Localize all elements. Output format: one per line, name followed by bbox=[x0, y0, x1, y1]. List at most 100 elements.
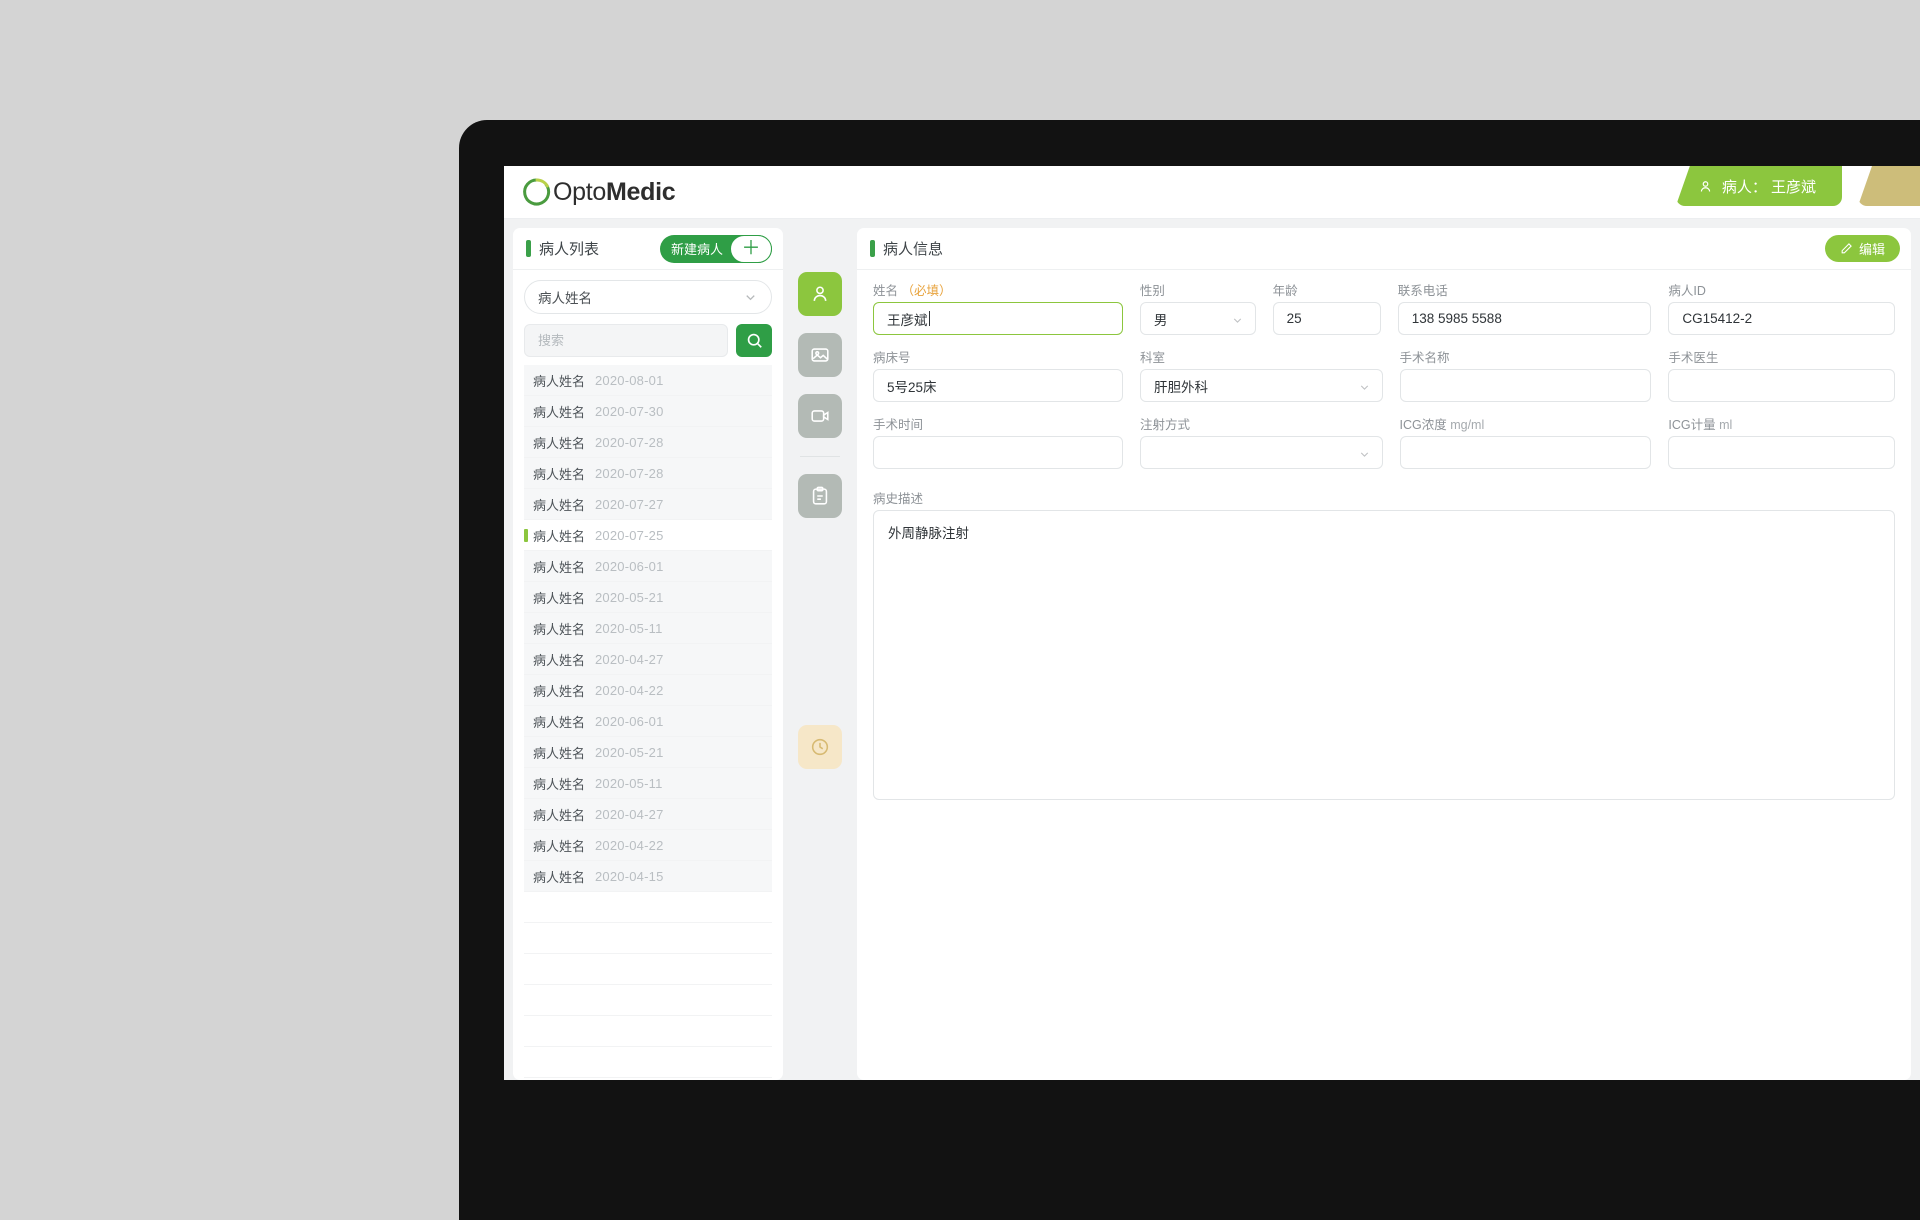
field-patient-id-label: 病人ID bbox=[1668, 284, 1706, 298]
field-age-value: 25 bbox=[1286, 311, 1302, 326]
field-gender-select[interactable]: 男 bbox=[1139, 302, 1256, 335]
patient-list-item[interactable]: 病人姓名 2020-07-28 bbox=[524, 427, 772, 458]
app-logo: OptoMedic bbox=[522, 177, 676, 207]
field-icg-concentration-input[interactable] bbox=[1399, 436, 1652, 469]
patient-list-item[interactable]: 病人姓名 2020-07-28 bbox=[524, 458, 772, 489]
rail-button-video[interactable] bbox=[798, 394, 842, 438]
field-operation-name-input[interactable] bbox=[1399, 369, 1652, 402]
chevron-down-icon bbox=[746, 294, 755, 300]
patient-item-name: 病人姓名 bbox=[533, 497, 586, 513]
patient-item-date: 2020-06-01 bbox=[595, 558, 664, 574]
rail-button-report[interactable] bbox=[798, 474, 842, 518]
patient-item-date: 2020-05-11 bbox=[595, 620, 663, 636]
field-bed-value: 5号25床 bbox=[887, 379, 937, 395]
history-description-textarea[interactable]: 外周静脉注射 bbox=[873, 510, 1895, 800]
field-icg-concentration-unit: mg/ml bbox=[1450, 418, 1485, 432]
patient-list-placeholder-row bbox=[524, 985, 772, 1016]
patient-list-panel: 病人列表 新建病人 ＋ 病人姓名 搜索 病人姓名 2020-08-01 病人姓名… bbox=[513, 228, 783, 1080]
field-name-required-tag: （必填） bbox=[901, 284, 952, 298]
application-screen: OptoMedic 病人： 王彦斌 病人列表 新建病人 ＋ 病人姓名 搜索 病人… bbox=[504, 166, 1920, 1080]
rail-button-patient[interactable] bbox=[798, 272, 842, 316]
field-name-label: 姓名 （必填） bbox=[873, 280, 1123, 298]
field-operation-time-input[interactable] bbox=[873, 436, 1123, 469]
patient-list-item[interactable]: 病人姓名 2020-05-21 bbox=[524, 582, 772, 613]
field-injection-method-label: 注射方式 bbox=[1139, 418, 1190, 432]
patient-item-date: 2020-05-21 bbox=[595, 744, 664, 760]
patient-item-date: 2020-04-27 bbox=[595, 651, 664, 667]
patient-info-form: 姓名 （必填） 王彦斌 性别 男 年龄 25 联系电话 138 5985 558… bbox=[857, 270, 1911, 481]
patient-list-placeholder-row bbox=[524, 1016, 772, 1047]
patient-item-name: 病人姓名 bbox=[533, 621, 586, 637]
rail-button-images[interactable] bbox=[798, 333, 842, 377]
title-accent-bar bbox=[870, 240, 875, 257]
field-gender-label: 性别 bbox=[1139, 284, 1165, 298]
patient-list-item[interactable]: 病人姓名 2020-07-25 bbox=[524, 520, 772, 551]
patient-list-item[interactable]: 病人姓名 2020-05-21 bbox=[524, 737, 772, 768]
field-phone-input[interactable]: 138 5985 5588 bbox=[1397, 302, 1652, 335]
patient-item-date: 2020-08-01 bbox=[595, 372, 664, 388]
patient-list-placeholder-row bbox=[524, 1047, 772, 1078]
logo-text-light: Opto bbox=[553, 178, 606, 206]
field-bed: 病床号 5号25床 bbox=[873, 347, 1123, 402]
current-patient-label: 病人： 王彦斌 bbox=[1721, 178, 1816, 196]
patient-list-item[interactable]: 病人姓名 2020-07-27 bbox=[524, 489, 772, 520]
field-icg-concentration: ICG浓度 mg/ml bbox=[1399, 414, 1652, 469]
patient-item-name: 病人姓名 bbox=[533, 466, 586, 482]
patient-list-item[interactable]: 病人姓名 2020-07-30 bbox=[524, 396, 772, 427]
history-icon bbox=[811, 738, 829, 756]
patient-list-item[interactable]: 病人姓名 2020-05-11 bbox=[524, 613, 772, 644]
field-bed-input[interactable]: 5号25床 bbox=[873, 369, 1123, 402]
history-description-area: 病史描述 外周静脉注射 bbox=[857, 481, 1911, 800]
field-operation-doctor-input[interactable] bbox=[1668, 369, 1895, 402]
patient-item-name: 病人姓名 bbox=[533, 714, 586, 730]
patient-item-name: 病人姓名 bbox=[533, 838, 586, 854]
patient-list-item[interactable]: 病人姓名 2020-06-01 bbox=[524, 706, 772, 737]
filter-field-select[interactable]: 病人姓名 bbox=[524, 280, 772, 314]
clipboard-icon bbox=[812, 486, 828, 505]
field-department-select[interactable]: 肝胆外科 bbox=[1139, 369, 1383, 402]
search-input[interactable] bbox=[524, 324, 728, 357]
new-patient-label: 新建病人 bbox=[670, 242, 723, 257]
patient-list-item[interactable]: 病人姓名 2020-08-01 bbox=[524, 365, 772, 396]
patient-list-title: 病人列表 bbox=[539, 241, 600, 258]
patient-list-item[interactable]: 病人姓名 2020-04-15 bbox=[524, 861, 772, 892]
module-icon-rail bbox=[792, 228, 848, 1080]
field-icg-dose-input[interactable] bbox=[1668, 436, 1895, 469]
edit-button[interactable]: 编辑 bbox=[1824, 235, 1900, 262]
patient-item-name: 病人姓名 bbox=[533, 683, 586, 699]
chevron-down-icon bbox=[1360, 385, 1368, 390]
pencil-icon bbox=[1841, 243, 1852, 254]
current-patient-badge[interactable]: 病人： 王彦斌 bbox=[1675, 166, 1842, 206]
patient-list-item[interactable]: 病人姓名 2020-06-01 bbox=[524, 551, 772, 582]
patient-item-date: 2020-07-28 bbox=[595, 434, 664, 450]
patient-item-name: 病人姓名 bbox=[533, 435, 586, 451]
field-injection-method-select[interactable] bbox=[1139, 436, 1383, 469]
field-gender: 性别 男 bbox=[1139, 280, 1256, 335]
rail-button-history[interactable] bbox=[798, 725, 842, 769]
field-age-input[interactable]: 25 bbox=[1272, 302, 1381, 335]
new-patient-button[interactable]: 新建病人 ＋ bbox=[659, 234, 772, 263]
patient-list-placeholder-row bbox=[524, 923, 772, 954]
field-name-input[interactable]: 王彦斌 bbox=[873, 302, 1123, 335]
field-operation-doctor: 手术医生 bbox=[1668, 347, 1895, 402]
field-phone: 联系电话 138 5985 5588 bbox=[1397, 280, 1652, 335]
form-row-3: 手术时间 注射方式 ICG浓度 mg/ml ICG计量 ml bbox=[873, 414, 1895, 469]
patient-list-item[interactable]: 病人姓名 2020-04-27 bbox=[524, 644, 772, 675]
logo-ring-icon bbox=[523, 178, 551, 206]
patient-list-item[interactable]: 病人姓名 2020-04-22 bbox=[524, 675, 772, 706]
field-name: 姓名 （必填） 王彦斌 bbox=[873, 280, 1123, 335]
field-patient-id-input[interactable]: CG15412-2 bbox=[1668, 302, 1895, 335]
search-row bbox=[524, 324, 772, 357]
search-button[interactable] bbox=[736, 324, 772, 357]
patient-list[interactable]: 病人姓名 2020-08-01 病人姓名 2020-07-30 病人姓名 2020-07-… bbox=[513, 365, 783, 1080]
patient-list-placeholder-row bbox=[524, 954, 772, 985]
patient-list-item[interactable]: 病人姓名 2020-04-27 bbox=[524, 799, 772, 830]
field-operation-doctor-label: 手术医生 bbox=[1668, 351, 1719, 365]
patient-item-date: 2020-07-27 bbox=[595, 496, 664, 512]
patient-list-item[interactable]: 病人姓名 2020-04-22 bbox=[524, 830, 772, 861]
field-bed-label: 病床号 bbox=[873, 351, 911, 365]
patient-filter-area: 病人姓名 bbox=[513, 270, 783, 365]
user-account-badge[interactable] bbox=[1858, 166, 1920, 206]
patient-list-item[interactable]: 病人姓名 2020-05-11 bbox=[524, 768, 772, 799]
patient-info-title: 病人信息 bbox=[883, 241, 944, 258]
